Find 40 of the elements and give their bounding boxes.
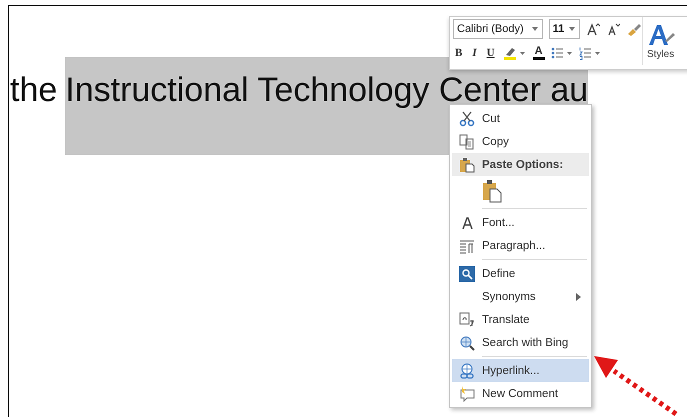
menu-item[interactable]: New Comment bbox=[452, 382, 589, 405]
italic-button[interactable]: I bbox=[470, 47, 479, 59]
menu-item[interactable]: Search with Bing bbox=[452, 331, 589, 354]
menu-item[interactable]: Hyperlink... bbox=[452, 359, 589, 382]
grow-font-icon[interactable] bbox=[586, 22, 600, 36]
menu-item[interactable]: Cut bbox=[452, 107, 589, 130]
clipboard-icon bbox=[459, 156, 475, 172]
submenu-arrow-icon bbox=[576, 292, 581, 300]
comment-icon bbox=[459, 386, 475, 402]
globe-search-icon bbox=[459, 334, 475, 350]
copy-icon bbox=[459, 134, 475, 150]
keep-formatting-paste-icon[interactable] bbox=[482, 179, 502, 203]
paragraph-icon bbox=[459, 238, 475, 254]
scissors-icon bbox=[459, 110, 475, 126]
font-color-button[interactable]: A bbox=[532, 46, 545, 60]
bullet-list-icon[interactable] bbox=[550, 46, 573, 60]
menu-section-header: Paste Options: bbox=[452, 153, 589, 176]
font-size-dropdown[interactable]: 11 bbox=[548, 19, 580, 39]
menu-item[interactable]: Translate bbox=[452, 308, 589, 331]
highlighter-icon[interactable] bbox=[502, 46, 527, 60]
menu-item[interactable]: Copy bbox=[452, 130, 589, 153]
document-text: the bbox=[10, 71, 58, 109]
bold-button[interactable]: B bbox=[453, 47, 464, 59]
menu-item[interactable]: Font... bbox=[452, 211, 589, 234]
font-letter-icon bbox=[462, 216, 472, 228]
menu-item[interactable]: Define bbox=[452, 262, 589, 285]
shrink-font-icon[interactable] bbox=[606, 22, 620, 36]
translate-icon bbox=[459, 312, 475, 328]
selected-text: Instructional Technology Center au bbox=[65, 71, 588, 109]
styles-icon bbox=[647, 22, 677, 46]
paintbrush-icon[interactable] bbox=[626, 22, 642, 36]
dropdown-caret-icon bbox=[569, 27, 576, 31]
font-name-dropdown[interactable]: Calibri (Body) bbox=[453, 19, 543, 39]
dropdown-caret-icon bbox=[532, 27, 539, 31]
underline-button[interactable]: U bbox=[484, 47, 497, 59]
globe-link-icon bbox=[459, 362, 475, 378]
menu-item[interactable]: Synonyms bbox=[452, 285, 589, 308]
numbered-list-icon[interactable] bbox=[578, 46, 601, 60]
menu-item[interactable]: Paragraph... bbox=[452, 234, 589, 257]
styles-button[interactable]: Styles bbox=[642, 17, 687, 65]
